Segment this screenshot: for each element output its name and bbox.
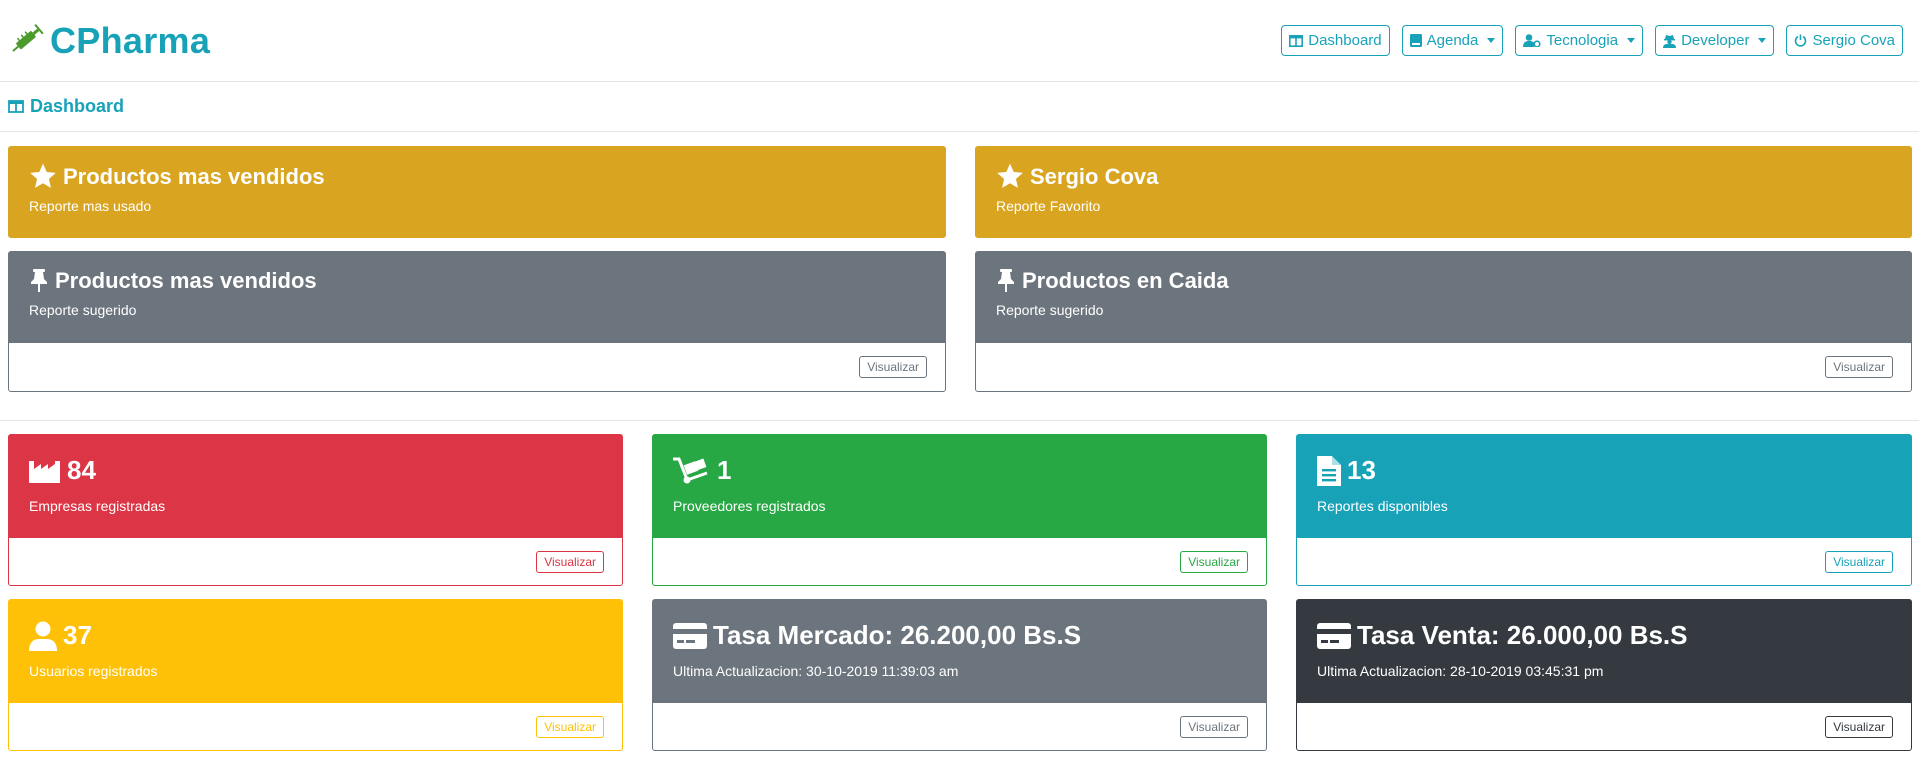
visualizar-button[interactable]: Visualizar xyxy=(1825,550,1893,573)
chevron-down-icon xyxy=(1758,38,1767,43)
suggested-card-top-products: Productos mas vendidos Reporte sugerido … xyxy=(8,251,946,392)
nav-developer-dropdown[interactable]: Developer xyxy=(1655,25,1775,56)
columns-icon xyxy=(1289,34,1304,47)
brand-logo[interactable]: CPharma xyxy=(8,20,210,62)
nav-user-label: Sergio Cova xyxy=(1812,32,1895,49)
stat-card-empresas: 84 Empresas registradas Visualizar xyxy=(8,434,623,586)
brand-name: CPharma xyxy=(50,19,211,61)
stat-value: 84 xyxy=(67,455,96,485)
nav-dashboard-button[interactable]: Dashboard xyxy=(1281,25,1390,56)
stat-card-proveedores: 1 Proveedores registrados Visualizar xyxy=(652,434,1267,586)
chevron-down-icon xyxy=(1487,38,1496,43)
nav-dashboard-label: Dashboard xyxy=(1308,32,1382,49)
nav-agenda-dropdown[interactable]: Agenda xyxy=(1401,25,1504,56)
card-title: Productos mas vendidos xyxy=(55,268,317,293)
stat-value: 37 xyxy=(63,620,92,650)
breadcrumb: Dashboard xyxy=(0,82,1919,132)
visualizar-button[interactable]: Visualizar xyxy=(1180,550,1248,573)
credit-card-icon xyxy=(1317,622,1351,649)
stat-label: Empresas registradas xyxy=(29,498,166,514)
user-icon xyxy=(29,621,57,651)
visualizar-button[interactable]: Visualizar xyxy=(536,550,604,573)
user-cog-icon xyxy=(1523,34,1541,47)
thumbtack-icon xyxy=(998,269,1014,292)
stat-value: Tasa Mercado: 26.200,00 Bs.S xyxy=(713,620,1082,650)
credit-card-icon xyxy=(673,622,707,649)
chevron-down-icon xyxy=(1627,38,1636,43)
suggested-card-falling-products: Productos en Caida Reporte sugerido Visu… xyxy=(975,251,1912,392)
visualizar-button[interactable]: Visualizar xyxy=(859,356,927,378)
card-subtitle: Reporte sugerido xyxy=(996,302,1104,318)
nav-user-logout-button[interactable]: Sergio Cova xyxy=(1786,25,1903,56)
stat-card-tasa-venta: Tasa Venta: 26.000,00 Bs.S Ultima Actual… xyxy=(1296,599,1912,751)
stat-label: Usuarios registrados xyxy=(29,663,158,679)
stat-label: Ultima Actualizacion: 28-10-2019 03:45:3… xyxy=(1317,663,1604,679)
stat-card-usuarios: 37 Usuarios registrados Visualizar xyxy=(8,599,623,751)
stat-value: 1 xyxy=(717,455,732,485)
stat-card-tasa-mercado: Tasa Mercado: 26.200,00 Bs.S Ultima Actu… xyxy=(652,599,1267,751)
book-icon xyxy=(1409,34,1422,47)
stat-label: Proveedores registrados xyxy=(673,498,826,514)
card-subtitle: Reporte mas usado xyxy=(29,198,152,214)
visualizar-button[interactable]: Visualizar xyxy=(1180,715,1248,738)
nav-agenda-label: Agenda xyxy=(1426,32,1479,49)
visualizar-button[interactable]: Visualizar xyxy=(1825,715,1893,738)
nav-tecnologia-dropdown[interactable]: Tecnologia xyxy=(1515,25,1644,56)
power-icon xyxy=(1795,34,1807,47)
stat-label: Reportes disponibles xyxy=(1317,498,1448,514)
card-subtitle: Reporte sugerido xyxy=(29,302,137,318)
star-icon xyxy=(30,163,56,188)
thumbtack-icon xyxy=(31,269,47,292)
breadcrumb-label: Dashboard xyxy=(30,96,125,116)
favorite-card-user[interactable]: Sergio Cova Reporte Favorito xyxy=(975,146,1912,238)
user-secret-icon xyxy=(1663,34,1677,48)
card-title: Sergio Cova xyxy=(1030,163,1159,189)
file-icon xyxy=(1317,455,1341,486)
star-icon xyxy=(997,163,1023,188)
navbar: CPharma Dashboard Agenda Tecnologia Deve… xyxy=(0,0,1919,82)
nav-tecnologia-label: Tecnologia xyxy=(1546,32,1619,49)
section-divider xyxy=(0,420,1919,421)
nav-developer-label: Developer xyxy=(1681,32,1750,49)
card-title: Productos en Caida xyxy=(1022,268,1229,293)
stat-value: 13 xyxy=(1347,455,1376,485)
card-title: Productos mas vendidos xyxy=(63,163,325,189)
syringe-icon xyxy=(12,23,44,52)
columns-icon xyxy=(8,100,24,113)
stat-label: Ultima Actualizacion: 30-10-2019 11:39:0… xyxy=(673,663,959,679)
visualizar-button[interactable]: Visualizar xyxy=(1825,356,1893,378)
industry-icon xyxy=(29,460,60,483)
card-subtitle: Reporte Favorito xyxy=(996,198,1101,214)
dolly-icon xyxy=(673,457,708,483)
stat-value: Tasa Venta: 26.000,00 Bs.S xyxy=(1357,620,1688,650)
visualizar-button[interactable]: Visualizar xyxy=(536,715,604,738)
stat-card-reportes: 13 Reportes disponibles Visualizar xyxy=(1296,434,1912,586)
favorite-card-top-products[interactable]: Productos mas vendidos Reporte mas usado xyxy=(8,146,946,238)
